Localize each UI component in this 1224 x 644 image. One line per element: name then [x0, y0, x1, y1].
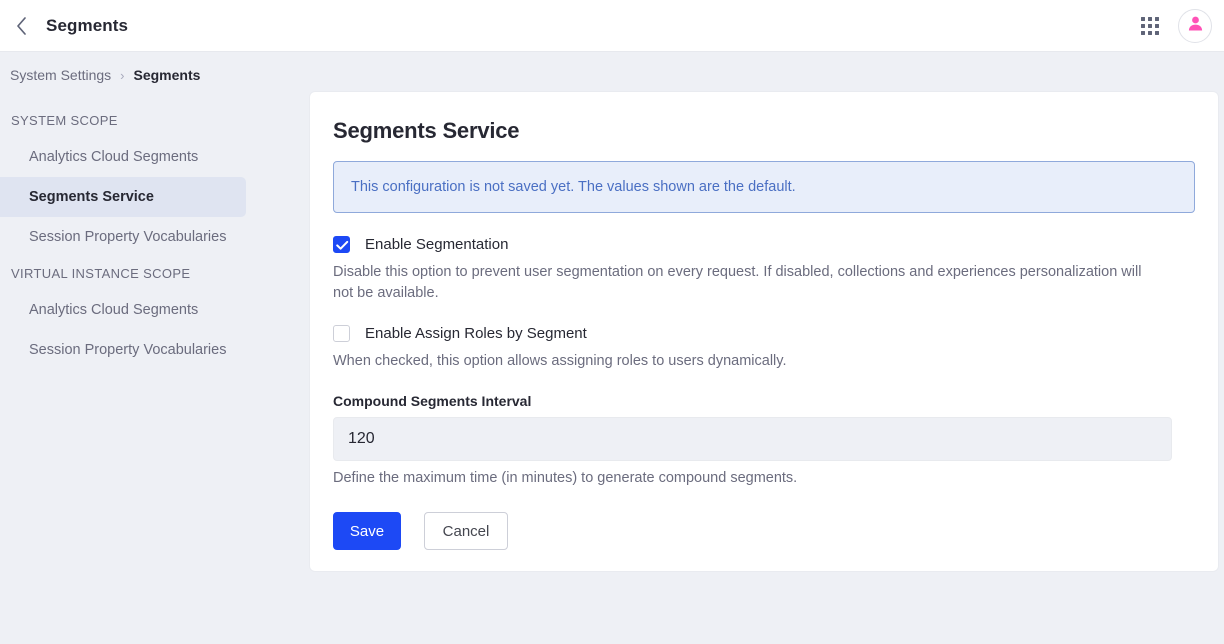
checkbox-label-enable-segmentation[interactable]: Enable Segmentation — [365, 236, 508, 253]
sidebar: SYSTEM SCOPE Analytics Cloud Segments Se… — [0, 98, 300, 644]
page-title: Segments — [46, 15, 129, 35]
breadcrumb-item-current: Segments — [133, 67, 201, 83]
chevron-right-icon: › — [120, 67, 125, 83]
top-bar: Segments — [0, 0, 1224, 52]
cancel-button[interactable]: Cancel — [424, 512, 508, 550]
sidebar-item-label: Session Property Vocabularies — [29, 229, 227, 245]
sidebar-item-label: Session Property Vocabularies — [29, 342, 227, 358]
form-actions: Save Cancel — [333, 512, 1195, 550]
option-row-enable-segmentation: Enable Segmentation — [333, 236, 1195, 253]
breadcrumb-item-system-settings[interactable]: System Settings — [10, 67, 111, 83]
checkbox-enable-segmentation[interactable] — [333, 236, 350, 253]
card-title: Segments Service — [333, 118, 520, 143]
help-text-enable-assign-roles: When checked, this option allows assigni… — [333, 353, 787, 369]
compound-segments-interval-input[interactable] — [333, 417, 1172, 461]
app-grid-icon[interactable] — [1134, 10, 1166, 42]
checkbox-enable-assign-roles-by-segment[interactable] — [333, 325, 350, 342]
sidebar-item-analytics-cloud-segments-virtual[interactable]: Analytics Cloud Segments — [0, 290, 246, 330]
top-bar-actions — [1134, 8, 1224, 43]
sidebar-group-title-system-scope: SYSTEM SCOPE — [11, 113, 118, 128]
sidebar-item-label: Analytics Cloud Segments — [29, 149, 199, 165]
sidebar-item-label: Segments Service — [29, 189, 154, 205]
sidebar-item-analytics-cloud-segments-system[interactable]: Analytics Cloud Segments — [0, 137, 246, 177]
user-avatar-icon — [1187, 15, 1204, 37]
help-text-enable-segmentation: Disable this option to prevent user segm… — [333, 264, 1142, 301]
page-root: Segments System Settings › Segments SYST… — [0, 0, 1224, 644]
sidebar-item-segments-service[interactable]: Segments Service — [0, 177, 246, 217]
avatar[interactable] — [1178, 8, 1212, 43]
option-row-enable-assign-roles: Enable Assign Roles by Segment — [333, 325, 1195, 342]
sidebar-item-session-property-vocabularies-system[interactable]: Session Property Vocabularies — [0, 217, 246, 257]
checkbox-label-enable-assign-roles-by-segment[interactable]: Enable Assign Roles by Segment — [365, 325, 587, 342]
back-button[interactable] — [4, 9, 38, 43]
help-text-compound-segments-interval: Define the maximum time (in minutes) to … — [333, 470, 798, 486]
label-compound-segments-interval: Compound Segments Interval — [333, 393, 532, 409]
sidebar-item-session-property-vocabularies-virtual[interactable]: Session Property Vocabularies — [0, 330, 246, 370]
sidebar-item-label: Analytics Cloud Segments — [29, 302, 199, 318]
save-button[interactable]: Save — [333, 512, 401, 550]
info-alert: This configuration is not saved yet. The… — [333, 161, 1195, 213]
sidebar-group-title-virtual-instance-scope: VIRTUAL INSTANCE SCOPE — [11, 266, 191, 281]
chevron-left-icon — [15, 16, 28, 36]
settings-card: Segments Service This configuration is n… — [310, 92, 1218, 571]
